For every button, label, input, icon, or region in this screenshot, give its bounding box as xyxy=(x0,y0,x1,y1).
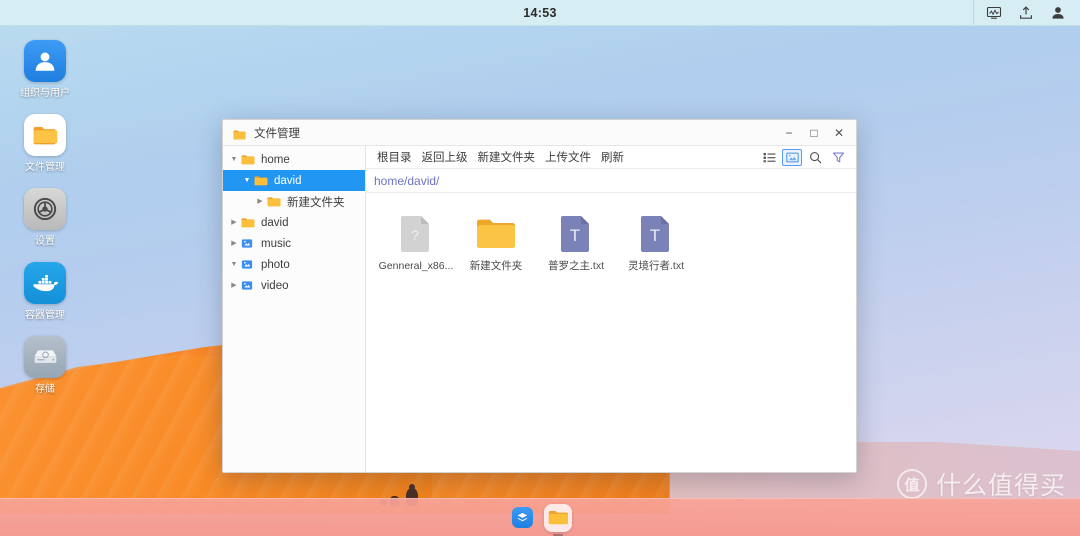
folder-share-blue-icon xyxy=(241,238,255,249)
refresh-button[interactable]: 刷新 xyxy=(596,147,629,167)
tree-node-david-root[interactable]: ▶ david xyxy=(223,212,365,233)
folder-yellow-icon xyxy=(254,175,268,186)
breadcrumb[interactable]: home/david/ xyxy=(366,169,856,193)
window-title: 文件管理 xyxy=(254,127,300,140)
breadcrumb-path[interactable]: home/david/ xyxy=(374,174,439,188)
folder-yellow-icon xyxy=(267,196,281,207)
gear-icon xyxy=(24,188,66,230)
tree-node-label: photo xyxy=(261,258,290,271)
desktop-icon-users[interactable]: 组织与用户 xyxy=(0,40,90,100)
tree-node-photo[interactable]: ▼ photo xyxy=(223,254,365,275)
chevron-right-icon[interactable]: ▶ xyxy=(227,282,241,289)
taskbar-layers-app[interactable] xyxy=(508,504,536,532)
docker-whale-icon xyxy=(24,262,66,304)
window-body: ▼ home ▼ david ▶ 新建文件夹 ▶ david ▶ music ▼… xyxy=(223,146,856,472)
folder-yellow-icon xyxy=(241,154,255,165)
desktop-icon-container-manager[interactable]: 容器管理 xyxy=(0,262,90,322)
desktop-icon-label: 文件管理 xyxy=(25,162,65,173)
users-icon xyxy=(24,40,66,82)
svg-text:?: ? xyxy=(411,227,419,243)
desktop-icon-label: 存储 xyxy=(35,384,55,395)
tree-node-label: 新建文件夹 xyxy=(287,196,345,209)
tree-node-music[interactable]: ▶ music xyxy=(223,233,365,254)
file-item-text-1[interactable]: T 普罗之主.txt xyxy=(536,209,616,277)
minimize-button[interactable]: − xyxy=(778,123,800,143)
chevron-down-icon[interactable]: ▼ xyxy=(227,156,241,163)
tree-node-david-selected[interactable]: ▼ david xyxy=(223,170,365,191)
hard-drive-icon xyxy=(24,336,66,378)
tree-node-label: video xyxy=(261,279,289,292)
system-clock: 14:53 xyxy=(523,5,557,20)
svg-text:T: T xyxy=(650,226,660,245)
desktop-icon-label: 容器管理 xyxy=(25,310,65,321)
folder-share-blue-icon xyxy=(241,259,255,270)
window-title-bar[interactable]: 文件管理 − □ ✕ xyxy=(223,120,856,146)
chevron-down-icon[interactable]: ▼ xyxy=(240,177,254,184)
desktop-icon-settings[interactable]: 设置 xyxy=(0,188,90,248)
folder-tree-sidebar: ▼ home ▼ david ▶ 新建文件夹 ▶ david ▶ music ▼… xyxy=(223,146,366,472)
desktop-icon-column: 组织与用户 文件管理 设置 容器管理 存储 xyxy=(0,26,90,410)
close-button[interactable]: ✕ xyxy=(828,123,850,143)
system-top-bar: 14:53 xyxy=(0,0,1080,26)
thumbnail-view-icon[interactable] xyxy=(782,148,802,166)
desktop-icon-storage[interactable]: 存储 xyxy=(0,336,90,396)
upload-file-button[interactable]: 上传文件 xyxy=(540,147,596,167)
tree-node-label: david xyxy=(261,216,289,229)
filter-icon[interactable] xyxy=(828,149,848,166)
desktop-icon-label: 设置 xyxy=(35,236,55,247)
tree-node-label: david xyxy=(274,174,302,187)
root-directory-button[interactable]: 根目录 xyxy=(372,147,417,167)
folder-yellow-icon xyxy=(241,217,255,228)
search-icon[interactable] xyxy=(805,149,825,166)
taskbar-file-manager[interactable] xyxy=(544,503,572,532)
folder-yellow-icon xyxy=(456,213,536,253)
folder-icon xyxy=(548,507,569,528)
chevron-right-icon[interactable]: ▶ xyxy=(227,240,241,247)
new-folder-button[interactable]: 新建文件夹 xyxy=(473,147,541,167)
folder-share-blue-icon xyxy=(241,280,255,291)
file-browser-pane: 根目录 返回上级 新建文件夹 上传文件 刷新 home/david/ ? Gen… xyxy=(366,146,856,472)
tree-node-label: music xyxy=(261,237,292,250)
svg-text:T: T xyxy=(570,226,580,245)
file-name: 新建文件夹 xyxy=(469,260,523,272)
desktop-icon-label: 组织与用户 xyxy=(20,88,70,99)
chevron-down-icon[interactable]: ▼ xyxy=(227,261,241,268)
file-manager-window: 文件管理 − □ ✕ ▼ home ▼ david ▶ 新建文件夹 ▶ davi… xyxy=(222,119,857,473)
file-name: Genneral_x86... xyxy=(378,260,454,272)
go-up-button[interactable]: 返回上级 xyxy=(417,147,473,167)
tree-node-video[interactable]: ▶ video xyxy=(223,275,365,296)
desktop-icon-file-manager[interactable]: 文件管理 xyxy=(0,114,90,174)
text-file-icon: T xyxy=(536,213,616,253)
window-controls: − □ ✕ xyxy=(778,123,850,143)
file-name: 普罗之主.txt xyxy=(547,260,604,272)
taskbar xyxy=(0,498,1080,536)
tree-node-home[interactable]: ▼ home xyxy=(223,149,365,170)
file-item-folder[interactable]: 新建文件夹 xyxy=(456,209,536,277)
layers-icon xyxy=(511,507,533,528)
file-item-text-2[interactable]: T 灵境行者.txt xyxy=(616,209,696,277)
tree-node-new-folder[interactable]: ▶ 新建文件夹 xyxy=(223,191,365,212)
chevron-right-icon[interactable]: ▶ xyxy=(253,198,267,205)
chevron-right-icon[interactable]: ▶ xyxy=(227,219,241,226)
tree-node-label: home xyxy=(261,153,290,166)
maximize-button[interactable]: □ xyxy=(803,123,825,143)
file-toolbar: 根目录 返回上级 新建文件夹 上传文件 刷新 xyxy=(366,146,856,169)
text-file-icon: T xyxy=(616,213,696,253)
file-item-unknown[interactable]: ? Genneral_x86... xyxy=(376,209,456,277)
folder-icon xyxy=(233,127,246,140)
folder-icon xyxy=(24,114,66,156)
file-name: 灵境行者.txt xyxy=(627,260,684,272)
unknown-file-icon: ? xyxy=(376,213,456,253)
file-grid: ? Genneral_x86... 新建文件夹 T 普罗之主.txt T 灵境行… xyxy=(366,193,856,472)
list-view-icon[interactable] xyxy=(759,149,779,166)
